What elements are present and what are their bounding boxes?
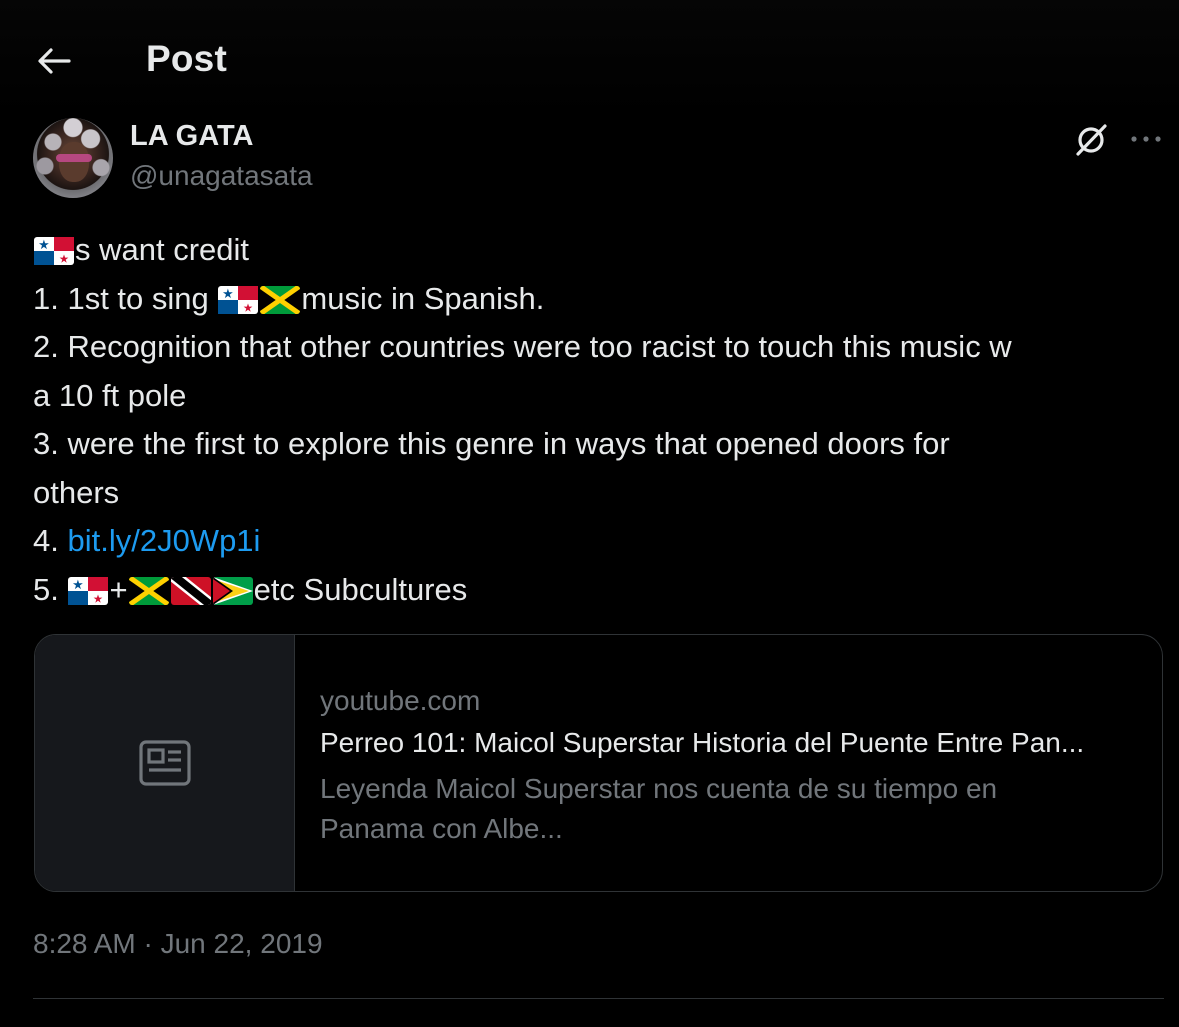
tweet-line: 2. Recognition that other countries were… bbox=[33, 329, 1012, 364]
card-domain: youtube.com bbox=[320, 685, 481, 716]
top-bar: Post bbox=[0, 0, 1179, 118]
tweet-line: 4. bit.ly/2J0Wp1i bbox=[33, 523, 261, 558]
tweet-text: s want credit 1. 1st to sing music in Sp… bbox=[33, 226, 1163, 614]
tweet-line: others bbox=[33, 474, 120, 510]
article-icon bbox=[138, 740, 191, 786]
panama-flag-icon bbox=[34, 237, 74, 265]
link-preview-card[interactable]: youtube.com Perreo 101: Maicol Superstar… bbox=[34, 634, 1163, 892]
tweet-line: s want credit bbox=[33, 226, 1163, 275]
tweet-line: 5. + etc Subcultures bbox=[33, 571, 468, 607]
card-thumbnail bbox=[35, 635, 295, 891]
tweet-line: a 10 ft pole bbox=[33, 377, 187, 413]
post-timestamp[interactable]: 8:28 AM · Jun 22, 2019 bbox=[33, 928, 323, 960]
back-arrow-icon[interactable] bbox=[34, 44, 74, 78]
card-text: youtube.com Perreo 101: Maicol Superstar… bbox=[320, 681, 1150, 849]
author-display-name[interactable]: LA GATA bbox=[130, 120, 254, 153]
card-description: Leyenda Maicol Superstar nos cuenta de s… bbox=[320, 773, 998, 844]
avatar[interactable] bbox=[33, 118, 113, 198]
grok-icon[interactable] bbox=[1072, 121, 1110, 159]
tweet-line: 1. 1st to sing music in Spanish. bbox=[33, 280, 545, 316]
panama-flag-icon bbox=[218, 286, 258, 314]
more-icon[interactable] bbox=[1128, 124, 1164, 154]
card-title: Perreo 101: Maicol Superstar Historia de… bbox=[320, 727, 1085, 758]
jamaica-flag-icon bbox=[129, 577, 169, 605]
page-title: Post bbox=[146, 38, 227, 79]
panama-flag-icon bbox=[68, 577, 108, 605]
author-handle[interactable]: @unagatasata bbox=[130, 160, 313, 192]
guyana-flag-icon bbox=[213, 577, 253, 605]
trinidad-flag-icon bbox=[171, 577, 211, 605]
divider bbox=[33, 998, 1164, 999]
tweet-link[interactable]: bit.ly/2J0Wp1i bbox=[67, 523, 260, 558]
tweet-line: 3. were the first to explore this genre … bbox=[33, 426, 950, 461]
jamaica-flag-icon bbox=[260, 286, 300, 314]
